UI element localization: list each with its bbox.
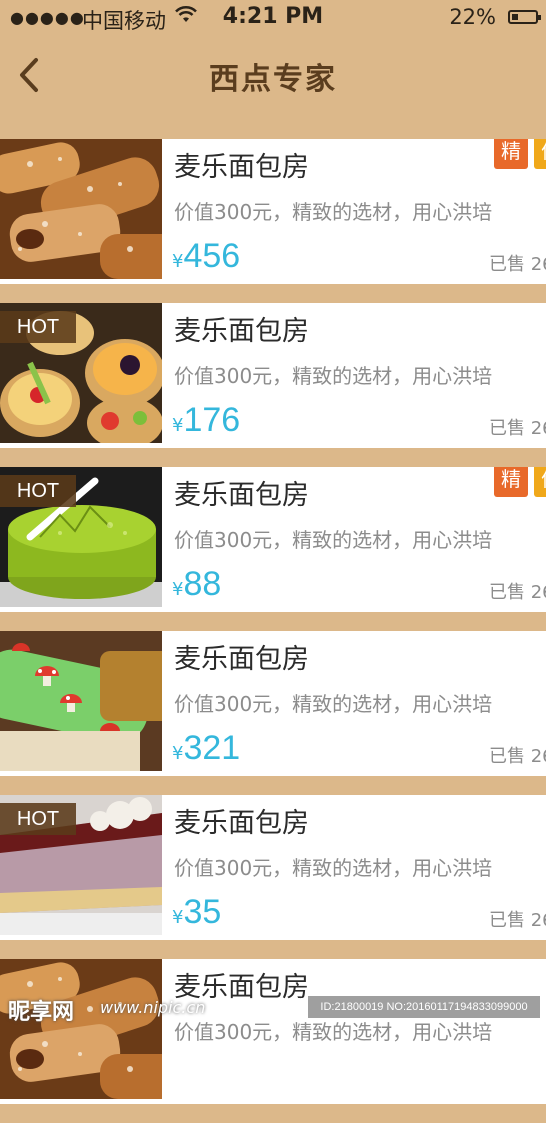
you-tag: 优 — [534, 139, 546, 169]
navigation-bar: 西点专家 — [0, 36, 546, 130]
currency-symbol: ¥ — [172, 251, 184, 272]
product-name: 麦乐面包房 — [174, 808, 309, 839]
sold-count: 已售 26 — [489, 418, 546, 439]
product-description: 价值300元，精致的选材，用心洪培 — [174, 856, 493, 880]
hot-badge: HOT — [0, 475, 76, 507]
product-price: ¥35 — [172, 893, 221, 932]
price-amount: 88 — [183, 565, 222, 603]
product-price: ¥176 — [172, 401, 240, 440]
sold-count: 已售 26 — [489, 910, 546, 931]
jing-tag: 精 — [494, 467, 528, 497]
product-description: 价值300元，精致的选材，用心洪培 — [174, 692, 493, 716]
price-amount: 456 — [183, 237, 241, 275]
product-list-item[interactable]: HOT 麦乐面包房价值300元，精致的选材，用心洪培 ¥176 已售 26 — [0, 303, 546, 448]
product-price: ¥88 — [172, 565, 221, 604]
product-name: 麦乐面包房 — [174, 316, 309, 347]
currency-symbol: ¥ — [172, 907, 184, 928]
currency-symbol: ¥ — [172, 415, 184, 436]
product-list: 麦乐面包房价值300元，精致的选材，用心洪培¥456已售 26精优 HOT麦乐面… — [0, 139, 546, 1123]
product-name: 麦乐面包房 — [174, 152, 309, 183]
you-tag: 优 — [534, 467, 546, 497]
sold-count: 已售 26 — [489, 582, 546, 603]
product-name: 麦乐面包房 — [174, 480, 309, 511]
price-amount: 176 — [183, 401, 241, 439]
product-name: 麦乐面包房 — [174, 644, 309, 675]
product-list-item[interactable]: HOT 麦乐面包房价值300元，精致的选材，用心洪培 ¥35 已售 26 — [0, 795, 546, 940]
product-list-item[interactable]: 麦乐面包房价值300元，精致的选材，用心洪培 ¥456 已售 26 精优 — [0, 139, 546, 284]
product-image — [0, 139, 162, 279]
product-name: 麦乐面包房 — [174, 972, 309, 1003]
price-amount: 35 — [183, 893, 222, 931]
product-description: 价值300元，精致的选材，用心洪培 — [174, 364, 493, 388]
product-image — [0, 959, 162, 1099]
product-list-item[interactable]: HOT 麦乐面包房价值300元，精致的选材，用心洪培 ¥88 已售 26 精优 — [0, 467, 546, 612]
battery-percent: 22% — [449, 5, 496, 29]
currency-symbol: ¥ — [172, 579, 184, 600]
product-description: 价值300元，精致的选材，用心洪培 — [174, 200, 493, 224]
product-price: ¥321 — [172, 729, 240, 768]
product-list-item[interactable]: 麦乐面包房价值300元，精致的选材，用心洪培 — [0, 959, 546, 1104]
page-title: 西点专家 — [209, 62, 337, 97]
price-amount: 321 — [183, 729, 241, 767]
product-tags: 精优 — [494, 467, 546, 501]
jing-tag: 精 — [494, 139, 528, 169]
currency-symbol: ¥ — [172, 743, 184, 764]
battery-icon — [508, 10, 541, 24]
sold-count: 已售 26 — [489, 746, 546, 767]
product-description: 价值300元，精致的选材，用心洪培 — [174, 1020, 493, 1044]
product-image — [0, 631, 162, 771]
hot-badge: HOT — [0, 803, 76, 835]
product-list-item[interactable]: 麦乐面包房价值300元，精致的选材，用心洪培 ¥321 已售 26 — [0, 631, 546, 776]
product-tags: 精优 — [494, 139, 546, 173]
product-description: 价值300元，精致的选材，用心洪培 — [174, 528, 493, 552]
product-price: ¥456 — [172, 237, 240, 276]
hot-badge: HOT — [0, 311, 76, 343]
status-bar: ●●●●● 中国移动 4:21 PM 22% — [0, 0, 546, 36]
sold-count: 已售 26 — [489, 254, 546, 275]
